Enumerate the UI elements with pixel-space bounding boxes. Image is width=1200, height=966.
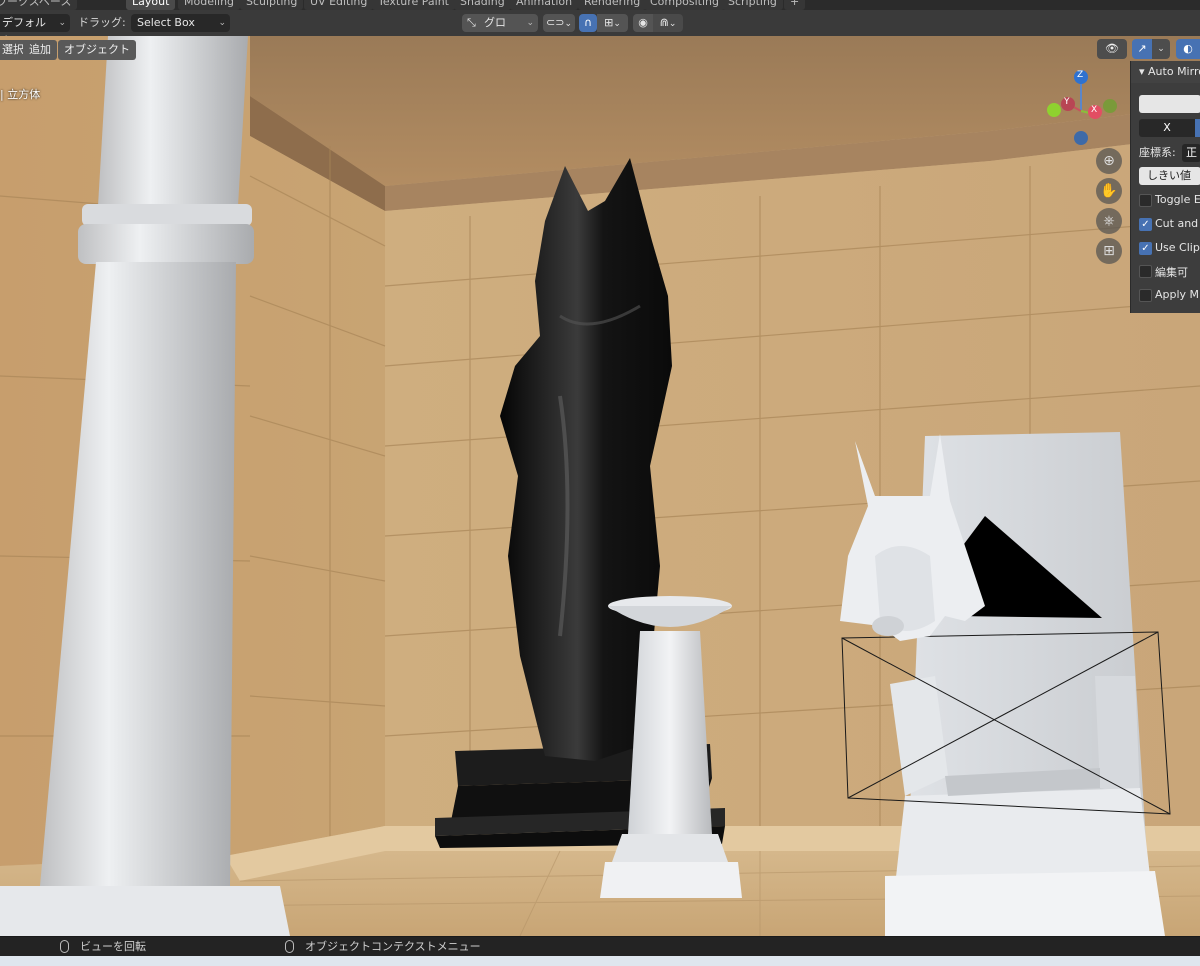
workspace-tab-sculpting[interactable]: Sculpting (240, 0, 304, 10)
proportional-edit-button[interactable]: ◉ (633, 14, 653, 32)
panel-header[interactable]: ▾ Auto Mirror (1131, 61, 1200, 83)
toggle-edit-label: Toggle Edit (1155, 193, 1200, 206)
magnet-icon: ∩ (583, 16, 593, 29)
add-menu[interactable]: 追加 (23, 40, 57, 60)
transform-orientation-dropdown[interactable]: ⤡ グロー... ⌄ (462, 14, 538, 47)
overlay-icon: ◐ (1183, 42, 1193, 55)
workspace-tab-layout[interactable]: Layout (126, 0, 176, 10)
visibility-dropdown[interactable]: 👁 (1097, 39, 1127, 59)
status-rotate-view: ビューを回転 (80, 940, 146, 953)
select-box-label: Select Box (137, 16, 195, 29)
chevron-down-icon: ⌄ (564, 19, 572, 29)
auto-mirror-panel: ▾ Auto Mirror X 座標系: 正 しきい値 Toggle Edit … (1130, 61, 1200, 313)
mode-dropdown[interactable]: デフォルト ⌄ (0, 14, 70, 47)
workspace-tab-modeling[interactable]: Modeling (178, 0, 241, 10)
scene-render (0, 36, 1200, 936)
mouse-icon (285, 940, 294, 953)
hand-icon[interactable]: ✋ (1096, 178, 1122, 204)
workspace-tab-animation[interactable]: Animation (510, 0, 579, 10)
cut-and-mirror-label: Cut and Mirror (1155, 217, 1200, 230)
drag-label: ドラッグ: (78, 16, 126, 29)
3d-viewport[interactable]: 選択 追加 オブジェクト | 立方体 Z Y X 👁 ↗ ⌄ ◐ ⊕ ✋ ⎈ ⊞ (0, 36, 1200, 936)
collapse-triangle-icon: ▾ (1139, 65, 1145, 78)
grid-icon[interactable]: ⊞ (1096, 238, 1122, 264)
add-workspace-button[interactable]: + (784, 0, 806, 10)
chevron-down-icon: ⌄ (613, 19, 621, 29)
overlay-toggle-button[interactable]: ◐ (1176, 39, 1200, 59)
workspace-tab-texture-paint[interactable]: Texture Paint (372, 0, 455, 10)
orientation-icon: ⤡ (467, 16, 476, 29)
workspace-tab[interactable]: ワークスペース (0, 0, 78, 10)
active-object-name: | 立方体 (0, 88, 41, 101)
falloff-curve-icon: ⋒ (659, 16, 669, 29)
workspace-tab-compositing[interactable]: Compositing (644, 0, 725, 10)
panel-title: Auto Mirror (1148, 65, 1200, 78)
gizmo-x-label: X (1091, 105, 1098, 115)
workspace-tab-bar: ワークスペース Layout Modeling Sculpting UV Edi… (0, 0, 1200, 10)
snap-toggle-button[interactable]: ∩ (579, 14, 597, 32)
object-menu[interactable]: オブジェクト (58, 40, 136, 60)
chevron-down-icon: ⌄ (526, 18, 534, 28)
orientation-label: 座標系: (1139, 146, 1176, 159)
axis-field[interactable] (1139, 95, 1200, 113)
cut-and-mirror-checkbox[interactable]: ✓ (1139, 218, 1152, 231)
gizmo-dropdown[interactable]: ⌄ (1152, 39, 1170, 59)
axis-x-button[interactable]: X (1139, 119, 1195, 137)
mouse-icon (60, 940, 69, 953)
chevron-down-icon: ⌄ (218, 18, 226, 28)
viewport-header: デフォルト ⌄ ドラッグ: Select Box ⌄ ⤡ グロー... ⌄ ⊂⊃… (0, 10, 1200, 47)
gizmo-icon: ↗ (1137, 42, 1147, 55)
apply-mirror-checkbox[interactable] (1139, 289, 1152, 302)
gizmo-z-label: Z (1077, 70, 1084, 80)
link-icon: ⊂⊃ (546, 16, 565, 29)
use-clip-label: Use Clip (1155, 241, 1200, 254)
workspace-tab-uv-editing[interactable]: UV Editing (304, 0, 374, 10)
status-context-menu: オブジェクトコンテクストメニュー (305, 940, 481, 953)
eye-icon: 👁 (1105, 42, 1119, 55)
pivot-point-button[interactable]: ⊂⊃⌄ (543, 14, 575, 32)
toggle-edit-checkbox[interactable] (1139, 194, 1152, 207)
editable-checkbox[interactable] (1139, 265, 1152, 278)
axis-button-selected[interactable] (1195, 119, 1200, 137)
snap-grid-icon: ⊞ (604, 16, 614, 29)
camera-icon[interactable]: ⎈ (1096, 208, 1122, 234)
workspace-tab-scripting[interactable]: Scripting (722, 0, 783, 10)
gizmo-y-label: Y (1064, 97, 1070, 107)
workspace-tab-rendering[interactable]: Rendering (578, 0, 647, 10)
chevron-down-icon: ⌄ (58, 18, 66, 28)
use-clip-checkbox[interactable]: ✓ (1139, 242, 1152, 255)
os-taskbar (0, 956, 1200, 966)
chevron-down-icon: ⌄ (1157, 44, 1165, 54)
falloff-dropdown[interactable]: ⋒⌄ (653, 14, 683, 32)
select-box-dropdown[interactable]: Select Box ⌄ (131, 14, 230, 32)
circle-icon: ◉ (638, 16, 648, 29)
apply-mirror-label: Apply Mirror (1155, 288, 1200, 301)
workspace-tab-shading[interactable]: Shading (454, 0, 511, 10)
chevron-down-icon: ⌄ (668, 19, 677, 29)
threshold-button[interactable]: しきい値 (1139, 167, 1200, 185)
status-bar: ビューを回転 オブジェクトコンテクストメニュー (0, 936, 1200, 957)
zoom-icon[interactable]: ⊕ (1096, 148, 1122, 174)
editable-label: 編集可 (1155, 266, 1188, 279)
snap-settings-button[interactable]: ⊞⌄ (597, 14, 628, 32)
gizmo-toggle-button[interactable]: ↗ (1132, 39, 1152, 59)
orientation-dropdown[interactable]: 正 (1182, 144, 1200, 162)
